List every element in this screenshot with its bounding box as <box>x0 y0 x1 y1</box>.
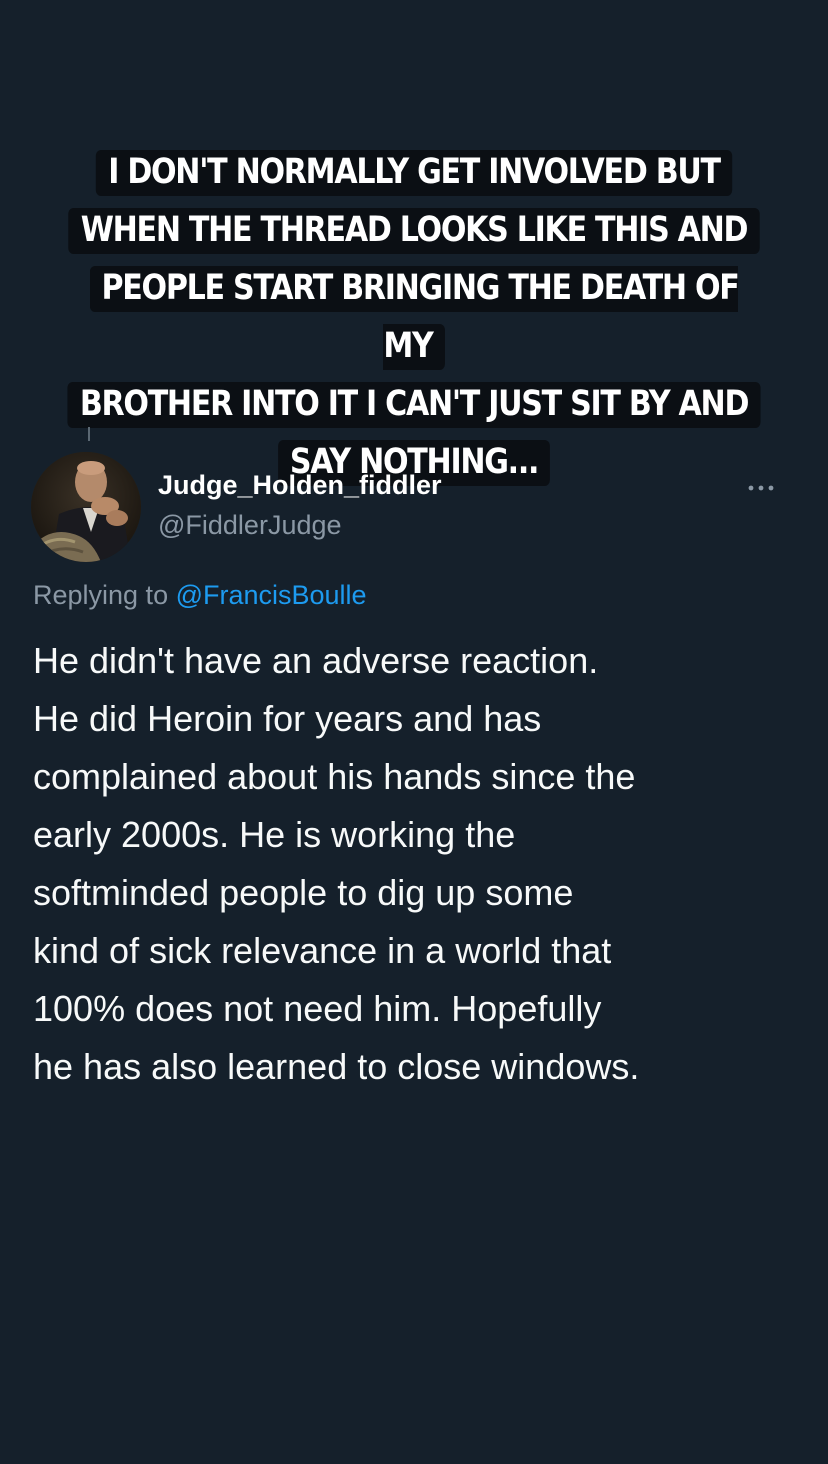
tweet-text-line: complained about his hands since the <box>33 756 636 797</box>
tweet-text-line: He didn't have an adverse reaction. <box>33 640 599 681</box>
caption-line: BROTHER INTO IT I CAN'T JUST SIT BY AND <box>58 375 770 433</box>
more-options-icon[interactable] <box>744 476 778 496</box>
tweet-text: He didn't have an adverse reaction. He d… <box>33 632 803 1096</box>
thread-connector-line <box>88 427 90 441</box>
caption-line: WHEN THE THREAD LOOKS LIKE THIS AND <box>58 201 770 259</box>
caption-line: PEOPLE START BRINGING THE DEATH OF MY <box>58 259 770 375</box>
tweet-text-line: He did Heroin for years and has <box>33 698 542 739</box>
story-screen: I DON'T NORMALLY GET INVOLVED BUT WHEN T… <box>0 0 828 1464</box>
author-handle[interactable]: @FiddlerJudge <box>158 510 342 541</box>
author-name[interactable]: Judge_Holden_fiddler <box>158 470 442 501</box>
caption-line: I DON'T NORMALLY GET INVOLVED BUT <box>58 143 770 201</box>
replying-to-mention-link[interactable]: @FrancisBoulle <box>176 580 367 610</box>
story-caption: I DON'T NORMALLY GET INVOLVED BUT WHEN T… <box>58 143 770 491</box>
replying-to-label: Replying to <box>33 580 176 610</box>
tweet-text-line: early 2000s. He is working the <box>33 814 516 855</box>
tweet-text-line: 100% does not need him. Hopefully <box>33 988 602 1029</box>
avatar-photo-icon <box>31 452 141 562</box>
tweet-text-line: he has also learned to close windows. <box>33 1046 640 1087</box>
replying-to-line: Replying to @FrancisBoulle <box>33 580 367 611</box>
avatar[interactable] <box>31 452 141 562</box>
tweet-text-line: kind of sick relevance in a world that <box>33 930 612 971</box>
tweet-text-line: softminded people to dig up some <box>33 872 574 913</box>
